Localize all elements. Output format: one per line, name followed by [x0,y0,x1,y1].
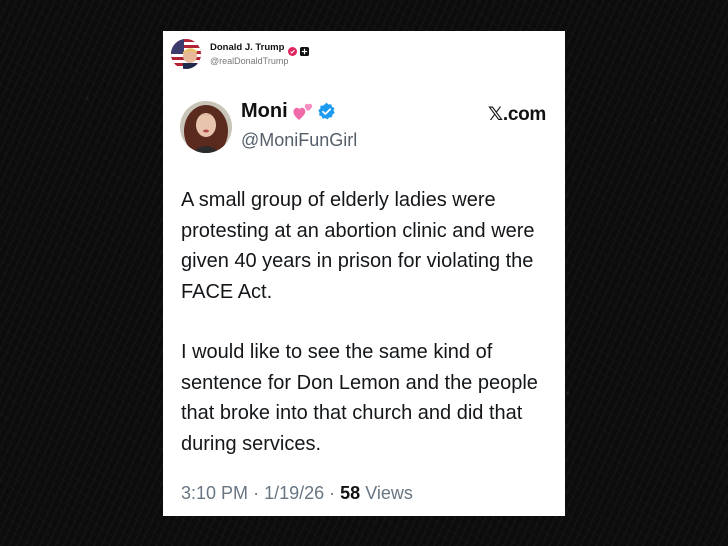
outer-author-handle[interactable]: @realDonaldTrump [210,56,309,66]
moni-handle[interactable]: @MoniFunGirl [241,130,357,151]
x-dot-com-label: 𝕏.com [487,104,546,125]
post-screenshot-card: Donald J. Trump @realDonaldTrump Moni @M… [163,31,565,516]
post-meta: 3:10 PM · 1/19/26 · 58 Views [181,483,413,504]
meta-separator-1: · [253,483,260,503]
post-time[interactable]: 3:10 PM [181,483,248,503]
flag-avatar-icon[interactable] [171,39,201,69]
outer-author-block: Donald J. Trump @realDonaldTrump [210,42,310,66]
post-date[interactable]: 1/19/26 [264,483,324,503]
views-label: Views [365,483,413,503]
pink-verified-badge-icon [288,43,298,56]
blue-verified-badge-icon [317,102,335,120]
moni-avatar[interactable] [180,101,232,153]
moni-name-row: Moni [241,100,336,123]
outer-author-row: Donald J. Trump [210,42,310,56]
post-paragraph-1: A small group of elderly ladies were pro… [181,189,535,303]
two-hearts-icon [293,103,312,120]
moni-display-name[interactable]: Moni [241,100,288,123]
outer-post-header: Donald J. Trump @realDonaldTrump [171,38,310,70]
meta-separator-2: · [329,483,336,503]
outer-author-name[interactable]: Donald J. Trump [210,42,284,53]
quoted-post[interactable]: Moni @MoniFunGirl 𝕏.com A small group of… [179,91,549,511]
post-body: A small group of elderly ladies were pro… [181,185,543,459]
dark-affiliation-badge-icon [300,43,310,56]
post-paragraph-2: I would like to see the same kind of sen… [181,341,538,455]
views-count[interactable]: 58 [340,483,360,503]
